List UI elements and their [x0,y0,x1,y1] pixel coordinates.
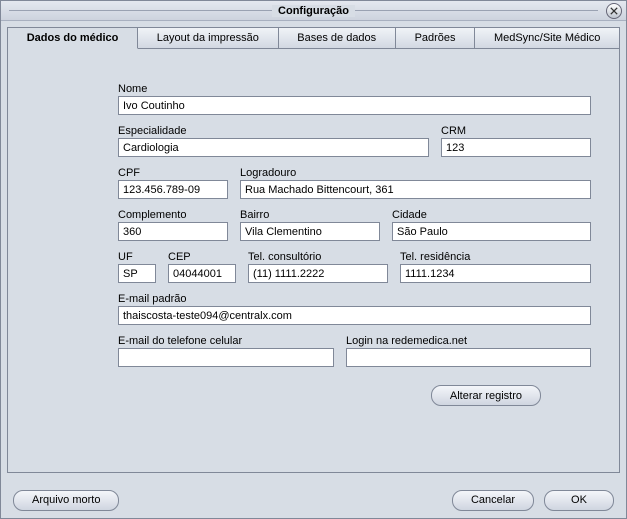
ok-button[interactable]: OK [544,490,614,511]
field-especialidade: Especialidade [118,125,429,157]
label-logradouro: Logradouro [240,167,591,179]
field-login-redemedica: Login na redemedica.net [346,335,591,367]
label-email-padrao: E-mail padrão [118,293,591,305]
label-cidade: Cidade [392,209,591,221]
input-email-celular[interactable] [118,348,334,367]
input-especialidade[interactable] [118,138,429,157]
field-cidade: Cidade [392,209,591,241]
tab-layout-impressao[interactable]: Layout da impressão [138,28,279,48]
field-bairro: Bairro [240,209,380,241]
window-title: Configuração [272,5,355,17]
input-uf[interactable] [118,264,156,283]
label-email-celular: E-mail do telefone celular [118,335,334,347]
field-complemento: Complemento [118,209,228,241]
dialog-footer: Arquivo morto Cancelar OK [1,482,626,518]
input-email-padrao[interactable] [118,306,591,325]
titlebar: Configuração [1,1,626,21]
field-logradouro: Logradouro [240,167,591,199]
alterar-registro-button[interactable]: Alterar registro [431,385,541,406]
field-cep: CEP [168,251,236,283]
footer-right: Cancelar OK [452,490,614,511]
close-button[interactable] [606,3,622,19]
tab-padroes[interactable]: Padrões [396,28,475,48]
input-nome[interactable] [118,96,591,115]
field-email-padrao: E-mail padrão [118,293,591,325]
input-crm[interactable] [441,138,591,157]
field-nome: Nome [118,83,591,115]
input-tel-consultorio[interactable] [248,264,388,283]
config-window: Configuração Dados do médico Layout da i… [0,0,627,519]
field-crm: CRM [441,125,591,157]
input-login-redemedica[interactable] [346,348,591,367]
tab-bases-dados[interactable]: Bases de dados [279,28,396,48]
field-tel-residencia: Tel. residência [400,251,591,283]
arquivo-morto-button[interactable]: Arquivo morto [13,490,119,511]
tab-bar: Dados do médico Layout da impressão Base… [7,27,620,49]
input-logradouro[interactable] [240,180,591,199]
input-tel-residencia[interactable] [400,264,591,283]
form-panel: Nome Especialidade CRM CPF Logradouro [7,49,620,473]
label-cpf: CPF [118,167,228,179]
field-email-celular: E-mail do telefone celular [118,335,334,367]
cancelar-button[interactable]: Cancelar [452,490,534,511]
label-login-redemedica: Login na redemedica.net [346,335,591,347]
label-uf: UF [118,251,156,263]
label-tel-consultorio: Tel. consultório [248,251,388,263]
label-bairro: Bairro [240,209,380,221]
close-icon [610,7,618,15]
tab-dados-medico[interactable]: Dados do médico [8,28,138,49]
label-nome: Nome [118,83,591,95]
field-cpf: CPF [118,167,228,199]
input-cep[interactable] [168,264,236,283]
field-uf: UF [118,251,156,283]
input-cidade[interactable] [392,222,591,241]
label-crm: CRM [441,125,591,137]
tab-medsync[interactable]: MedSync/Site Médico [475,28,619,48]
label-cep: CEP [168,251,236,263]
input-complemento[interactable] [118,222,228,241]
action-row: Alterar registro [118,385,591,406]
input-bairro[interactable] [240,222,380,241]
label-complemento: Complemento [118,209,228,221]
field-tel-consultorio: Tel. consultório [248,251,388,283]
label-especialidade: Especialidade [118,125,429,137]
label-tel-residencia: Tel. residência [400,251,591,263]
input-cpf[interactable] [118,180,228,199]
